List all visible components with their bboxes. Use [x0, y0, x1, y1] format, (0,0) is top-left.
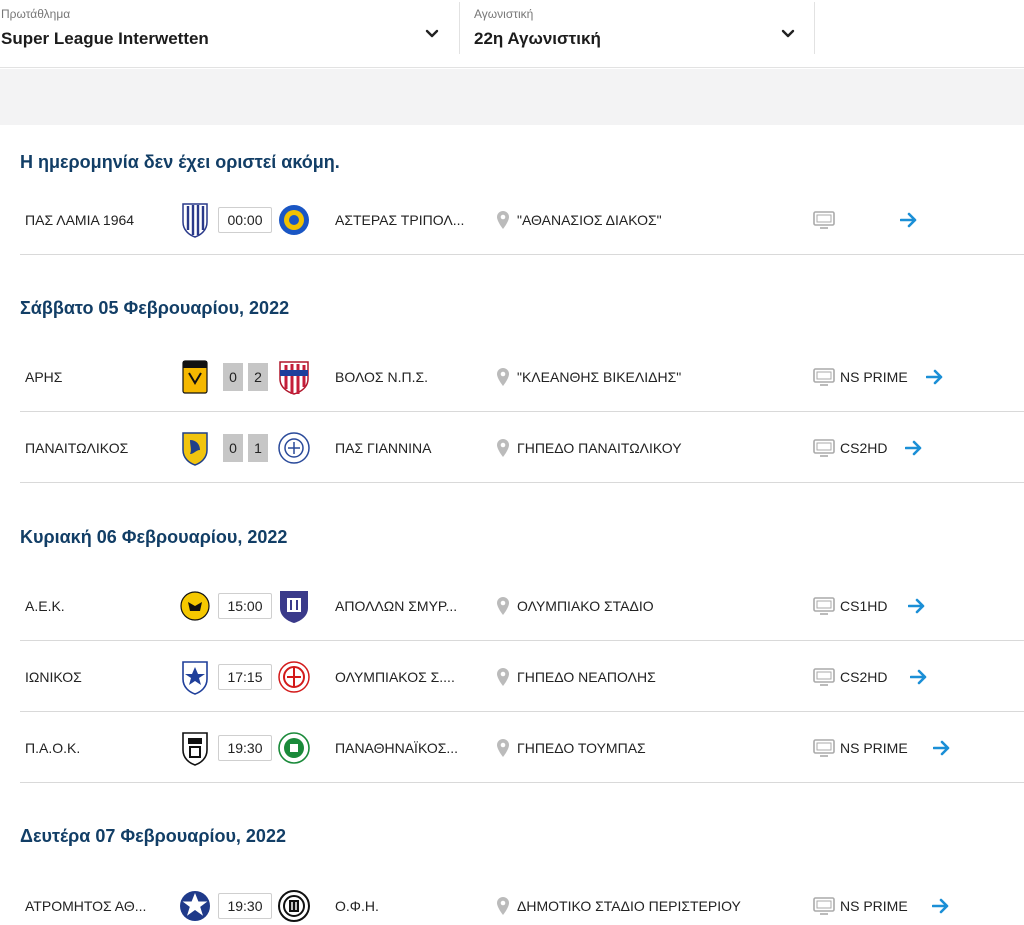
kickoff-time: 19:30: [218, 892, 272, 919]
map-pin-icon: [497, 596, 509, 615]
team-crest-icon: [180, 359, 210, 395]
kickoff-time: 17:15: [218, 663, 272, 690]
team-crest-icon: [277, 730, 311, 766]
home-team[interactable]: ΙΩΝΙΚΟΣ: [25, 669, 82, 685]
tv-channel: NS PRIME: [840, 368, 908, 385]
venue-name: "ΚΛΕΑΝΘΗΣ ΒΙΚΕΛΙΔΗΣ": [517, 368, 682, 385]
arrow-right-icon[interactable]: [926, 369, 944, 385]
venue-name: "ΑΘΑΝΑΣΙΟΣ ΔΙΑΚΟΣ": [517, 211, 662, 228]
home-team[interactable]: Α.Ε.Κ.: [25, 598, 65, 614]
team-crest-icon: [180, 659, 210, 695]
team-crest-icon: [180, 430, 210, 466]
away-team[interactable]: ΠΑΝΑΘΗΝΑΪΚΟΣ...: [335, 740, 458, 756]
arrow-right-icon[interactable]: [905, 440, 923, 456]
round-select-value: 22η Αγωνιστική: [474, 29, 601, 48]
home-score: 0: [223, 362, 243, 391]
team-crest-icon: [277, 359, 311, 395]
chevron-down-icon[interactable]: [424, 26, 440, 42]
away-score: 2: [248, 362, 268, 391]
day-heading: Η ημερομηνία δεν έχει οριστεί ακόμη.: [20, 152, 340, 172]
team-crest-icon: [277, 659, 311, 695]
tv-icon: [813, 667, 835, 686]
map-pin-icon: [497, 367, 509, 386]
away-team[interactable]: ΠΑΣ ΓΙΑΝΝΙΝΑ: [335, 440, 432, 456]
kickoff-time: 19:30: [218, 734, 272, 761]
venue-name: ΟΛΥΜΠΙΑΚΟ ΣΤΑΔΙΟ: [517, 597, 654, 614]
day-heading: Σάββατο 05 Φεβρουαρίου, 2022: [20, 298, 290, 318]
tv-channel: CS1HD: [840, 597, 888, 614]
team-crest-icon: [277, 430, 311, 466]
home-score: 0: [223, 433, 243, 462]
match-row[interactable]: Α.Ε.Κ. 15:00 ΑΠΟΛΛΩΝ ΣΜΥΡ... ΟΛΥΜΠΙΑΚΟ ΣΤΑΔ…: [20, 571, 1024, 641]
home-team[interactable]: ΠΑΝΑΙΤΩΛΙΚΟΣ: [25, 440, 128, 456]
arrow-right-icon[interactable]: [900, 212, 918, 228]
team-crest-icon: [180, 730, 210, 766]
divider: [814, 2, 815, 54]
round-select-label: Αγωνιστική: [474, 7, 534, 21]
arrow-right-icon[interactable]: [933, 740, 951, 756]
round-select[interactable]: Αγωνιστική 22η Αγωνιστική: [474, 0, 814, 54]
away-team[interactable]: ΑΠΟΛΛΩΝ ΣΜΥΡ...: [335, 598, 457, 614]
tv-icon: [813, 896, 835, 915]
match-row[interactable]: Π.Α.Ο.Κ. 19:30 ΠΑΝΑΘΗΝΑΪΚΟΣ... ΓΗΠΕΔΟ ΤΟΥΜΠ…: [20, 713, 1024, 783]
kickoff-time: 00:00: [218, 206, 272, 233]
team-crest-icon: [180, 202, 210, 238]
map-pin-icon: [497, 210, 509, 229]
day-heading: Κυριακή 06 Φεβρουαρίου, 2022: [20, 527, 288, 547]
tv-channel: CS2HD: [840, 439, 888, 456]
tv-icon: [813, 367, 835, 386]
divider: [459, 2, 460, 54]
tv-channel: CS2HD: [840, 668, 888, 685]
team-crest-icon: [277, 588, 311, 624]
tv-icon: [813, 738, 835, 757]
venue-name: ΓΗΠΕΔΟ ΠΑΝΑΙΤΩΛΙΚΟΥ: [517, 439, 682, 456]
league-select[interactable]: Πρωτάθλημα Super League Interwetten: [1, 0, 456, 54]
away-team[interactable]: ΑΣΤΕΡΑΣ ΤΡΙΠΟΛ...: [335, 212, 464, 228]
map-pin-icon: [497, 438, 509, 457]
tv-channel: NS PRIME: [840, 739, 908, 756]
tv-icon: [813, 438, 835, 457]
team-crest-icon: [277, 888, 311, 924]
away-score: 1: [248, 433, 268, 462]
venue-name: ΓΗΠΕΔΟ ΝΕΑΠΟΛΗΣ: [517, 668, 656, 685]
tv-channel: NS PRIME: [840, 897, 908, 914]
kickoff-time: 15:00: [218, 592, 272, 619]
home-team[interactable]: ΠΑΣ ΛΑΜΙΑ 1964: [25, 212, 134, 228]
home-team[interactable]: ΑΡΗΣ: [25, 369, 62, 385]
team-crest-icon: [180, 588, 210, 624]
map-pin-icon: [497, 667, 509, 686]
team-crest-icon: [180, 888, 210, 924]
map-pin-icon: [497, 738, 509, 757]
spacer-band: [0, 69, 1024, 125]
match-row[interactable]: ΑΤΡΟΜΗΤΟΣ ΑΘ... 19:30 Ο.Φ.Η. ΔΗΜΟΤΙΚΟ ΣΤΑΔΙ…: [20, 871, 1024, 925]
league-select-label: Πρωτάθλημα: [1, 7, 71, 21]
away-team[interactable]: Ο.Φ.Η.: [335, 898, 379, 914]
away-team[interactable]: ΟΛΥΜΠΙΑΚΟΣ Σ....: [335, 669, 455, 685]
arrow-right-icon[interactable]: [908, 598, 926, 614]
league-select-value: Super League Interwetten: [1, 29, 209, 48]
tv-icon: [813, 210, 835, 229]
venue-name: ΓΗΠΕΔΟ ΤΟΥΜΠΑΣ: [517, 739, 646, 756]
match-row[interactable]: ΠΑΝΑΙΤΩΛΙΚΟΣ 0 1 ΠΑΣ ΓΙΑΝΝΙΝΑ ΓΗΠΕΔΟ ΠΑΝΑΙΤΩ…: [20, 413, 1024, 483]
home-team[interactable]: ΑΤΡΟΜΗΤΟΣ ΑΘ...: [25, 898, 146, 914]
match-row[interactable]: ΠΑΣ ΛΑΜΙΑ 1964 00:00 ΑΣΤΕΡΑΣ ΤΡΙΠΟΛ... "ΑΘΑ…: [20, 185, 1024, 255]
day-heading: Δευτέρα 07 Φεβρουαρίου, 2022: [20, 826, 286, 846]
chevron-down-icon[interactable]: [780, 26, 796, 42]
away-team[interactable]: ΒΟΛΟΣ Ν.Π.Σ.: [335, 369, 428, 385]
match-row[interactable]: ΙΩΝΙΚΟΣ 17:15 ΟΛΥΜΠΙΑΚΟΣ Σ.... ΓΗΠΕΔΟ ΝΕΑΠΟ…: [20, 642, 1024, 712]
venue-name: ΔΗΜΟΤΙΚΟ ΣΤΑΔΙΟ ΠΕΡΙΣΤΕΡΙΟΥ: [517, 897, 741, 914]
map-pin-icon: [497, 896, 509, 915]
tv-icon: [813, 596, 835, 615]
home-team[interactable]: Π.Α.Ο.Κ.: [25, 740, 80, 756]
arrow-right-icon[interactable]: [932, 898, 950, 914]
team-crest-icon: [277, 202, 311, 238]
filter-bar: Πρωτάθλημα Super League Interwetten Αγων…: [0, 0, 1024, 68]
arrow-right-icon[interactable]: [910, 669, 928, 685]
match-row[interactable]: ΑΡΗΣ 0 2 ΒΟΛΟΣ Ν.Π.Σ. "ΚΛΕΑΝΘΗΣ ΒΙΚΕΛΙΔΗΣ" NS…: [20, 342, 1024, 412]
